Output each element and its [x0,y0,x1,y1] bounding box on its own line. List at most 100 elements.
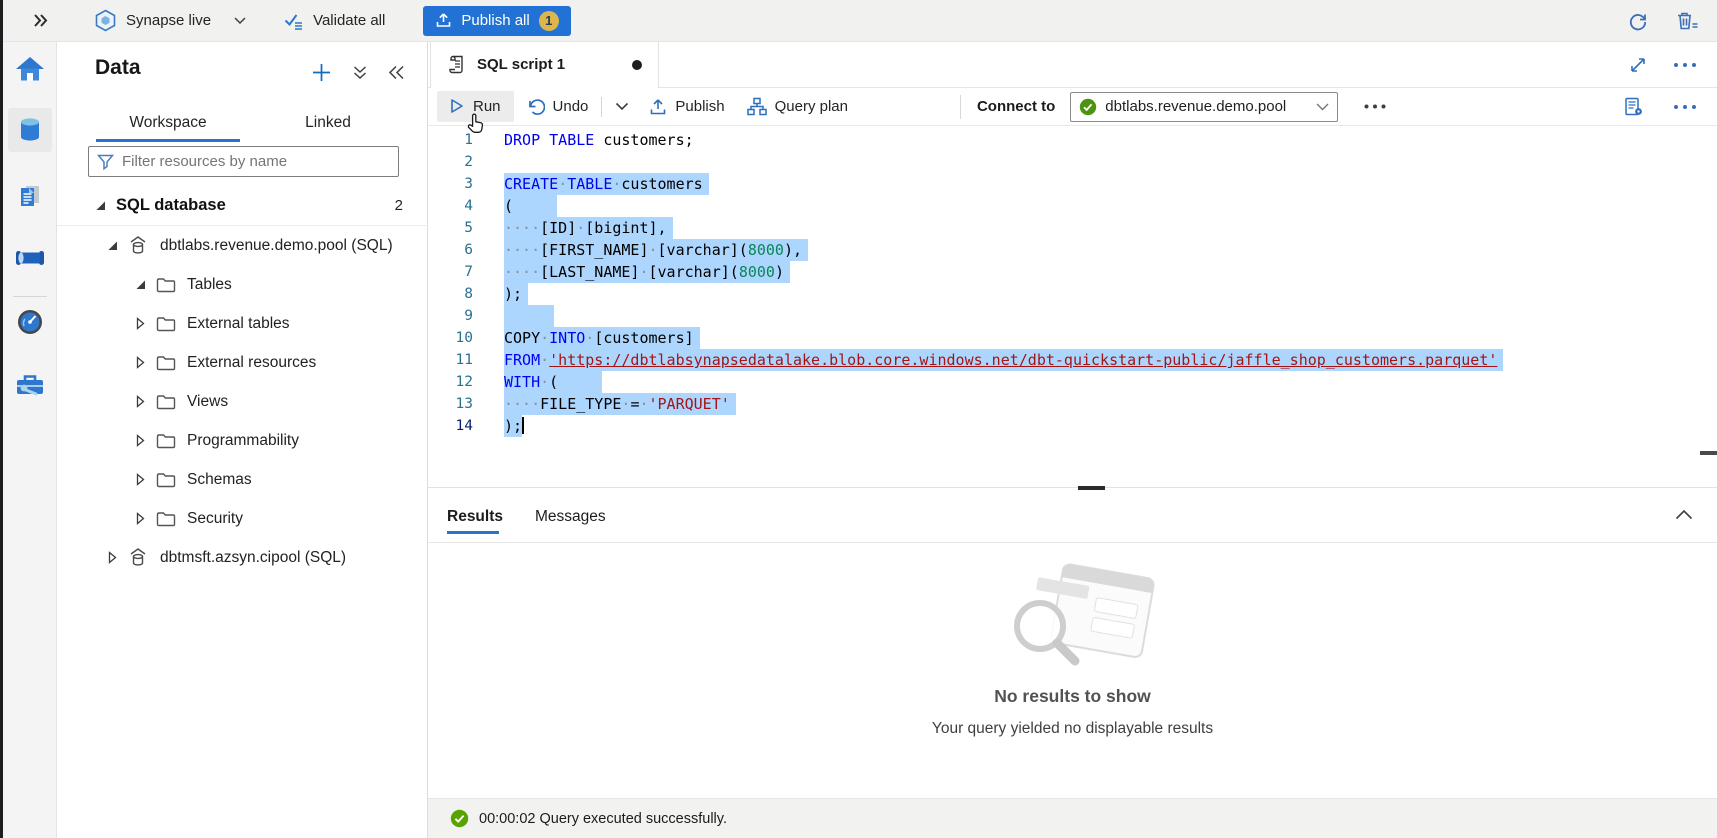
tab-results[interactable]: Results [447,491,503,543]
tree-item-security[interactable]: Security [57,499,428,538]
nav-home-icon[interactable] [8,47,52,91]
splitter-drag-handle[interactable] [1078,486,1105,490]
expanded-triangle-icon[interactable] [105,240,119,251]
folder-icon [156,277,176,293]
tab-messages[interactable]: Messages [535,491,606,543]
tree-item-label: Programmability [187,432,299,450]
upload-icon [435,12,452,29]
filter-input[interactable] [122,153,390,170]
tree-item-pool-dbtmsft[interactable]: dbtmsft.azsyn.cipool (SQL) [57,538,428,577]
tab-sql-script-1[interactable]: SQL script 1 [430,42,659,88]
code-line[interactable]: 1DROP TABLE customers; [428,129,1717,151]
nav-integrate-icon[interactable] [8,236,52,280]
tree-item-views[interactable]: Views [57,382,428,421]
nav-develop-icon[interactable] [8,175,52,219]
discard-trash-icon[interactable] [1675,10,1699,32]
tab-title: SQL script 1 [477,56,565,73]
collapsed-triangle-icon[interactable] [133,434,147,447]
document-tab-bar: SQL script 1 [428,42,1717,88]
tree-item-label: Tables [187,276,232,294]
tree-item-external-tables[interactable]: External tables [57,304,428,343]
nav-monitor-icon[interactable] [8,300,52,344]
code-line[interactable]: 11FROM·'https://dbtlabsynapsedatalake.bl… [428,349,1717,371]
code-line[interactable]: 8); [428,283,1717,305]
sql-script-icon [447,54,466,75]
validate-check-icon [284,12,304,30]
collapsed-triangle-icon[interactable] [133,473,147,486]
undo-button[interactable]: Undo [526,98,589,116]
tab-workspace[interactable]: Workspace [88,100,248,142]
query-plan-label: Query plan [775,98,848,115]
more-options-icon[interactable] [1673,62,1697,68]
tree-item-sql-database[interactable]: SQL database 2 [57,186,428,225]
tree-item-pool-dbtlabs[interactable]: dbtlabs.revenue.demo.pool (SQL) [57,226,428,265]
publish-count-badge: 1 [539,11,559,31]
tree-item-label: dbtlabs.revenue.demo.pool (SQL) [160,237,393,255]
code-line[interactable]: 12WITH·( [428,371,1717,393]
code-line[interactable]: 5····[ID]·[bigint], [428,217,1717,239]
collapse-panel-icon[interactable] [388,65,405,80]
sql-code-editor[interactable]: 1DROP TABLE customers;23CREATE·TABLE·cus… [428,126,1717,487]
results-panel: Results Messages [428,491,1717,798]
query-plan-button[interactable]: Query plan [747,97,848,116]
collapse-results-chevron-icon[interactable] [1675,509,1693,520]
tab-linked[interactable]: Linked [248,100,408,142]
sql-pool-icon [127,547,150,568]
collapsed-triangle-icon[interactable] [133,512,147,525]
code-line[interactable]: 10COPY·INTO·[customers] [428,327,1717,349]
folder-icon [156,472,176,488]
code-line[interactable]: 7····[LAST_NAME]·[varchar](8000) [428,261,1717,283]
publish-button[interactable]: Publish [649,98,724,116]
tree-item-label: Security [187,510,243,528]
more-options-icon[interactable] [1673,104,1697,110]
code-line[interactable]: 4( [428,195,1717,217]
nav-manage-icon[interactable] [8,363,52,407]
expanded-triangle-icon[interactable] [133,279,147,290]
run-options-chevron-icon[interactable] [615,102,629,111]
tree-item-label: External resources [187,354,316,372]
collapsed-triangle-icon[interactable] [133,317,147,330]
collapsed-triangle-icon[interactable] [133,395,147,408]
results-tab-bar: Results Messages [428,491,1717,543]
collapse-all-icon[interactable] [352,64,368,81]
connected-check-icon [1079,98,1097,116]
query-plan-icon [747,97,767,116]
line-number: 6 [428,239,473,261]
code-line[interactable]: 14); [428,415,1717,437]
expand-editor-icon[interactable] [1629,56,1647,74]
tree-item-schemas[interactable]: Schemas [57,460,428,499]
tree-item-programmability[interactable]: Programmability [57,421,428,460]
status-message: 00:00:02 Query executed successfully. [479,811,727,827]
run-button[interactable]: Run [437,91,514,122]
run-label: Run [473,98,501,115]
refresh-icon[interactable] [1627,10,1649,32]
more-commands-icon[interactable] [1364,104,1386,109]
code-line[interactable]: 3CREATE·TABLE·customers [428,173,1717,195]
synapse-live-selector[interactable]: Synapse live [94,9,246,32]
add-resource-icon[interactable] [311,62,332,83]
code-line[interactable]: 2 [428,151,1717,173]
expanded-triangle-icon[interactable] [93,200,107,211]
filter-funnel-icon [97,154,114,170]
line-number: 4 [428,195,473,217]
publish-upload-icon [649,98,667,116]
code-line[interactable]: 6····[FIRST_NAME]·[varchar](8000), [428,239,1717,261]
code-line[interactable]: 13····FILE_TYPE·=·'PARQUET' [428,393,1717,415]
code-line[interactable]: 9 [428,305,1717,327]
tree-item-external-resources[interactable]: External resources [57,343,428,382]
main-content: SQL script 1 Run Undo [428,42,1717,838]
tree-item-tables[interactable]: Tables [57,265,428,304]
pool-select-dropdown[interactable]: dbtlabs.revenue.demo.pool [1070,92,1338,122]
validate-all-button[interactable]: Validate all [284,12,385,30]
collapsed-triangle-icon[interactable] [133,356,147,369]
publish-all-button[interactable]: Publish all 1 [423,6,570,36]
collapsed-triangle-icon[interactable] [105,551,119,564]
line-number: 5 [428,217,473,239]
expand-menu-icon[interactable] [31,11,50,30]
text-cursor [522,417,524,434]
line-number: 9 [428,305,473,327]
chevron-down-icon [1316,103,1329,111]
line-number: 11 [428,349,473,371]
properties-icon[interactable] [1623,96,1645,118]
nav-data-icon[interactable] [8,108,52,152]
